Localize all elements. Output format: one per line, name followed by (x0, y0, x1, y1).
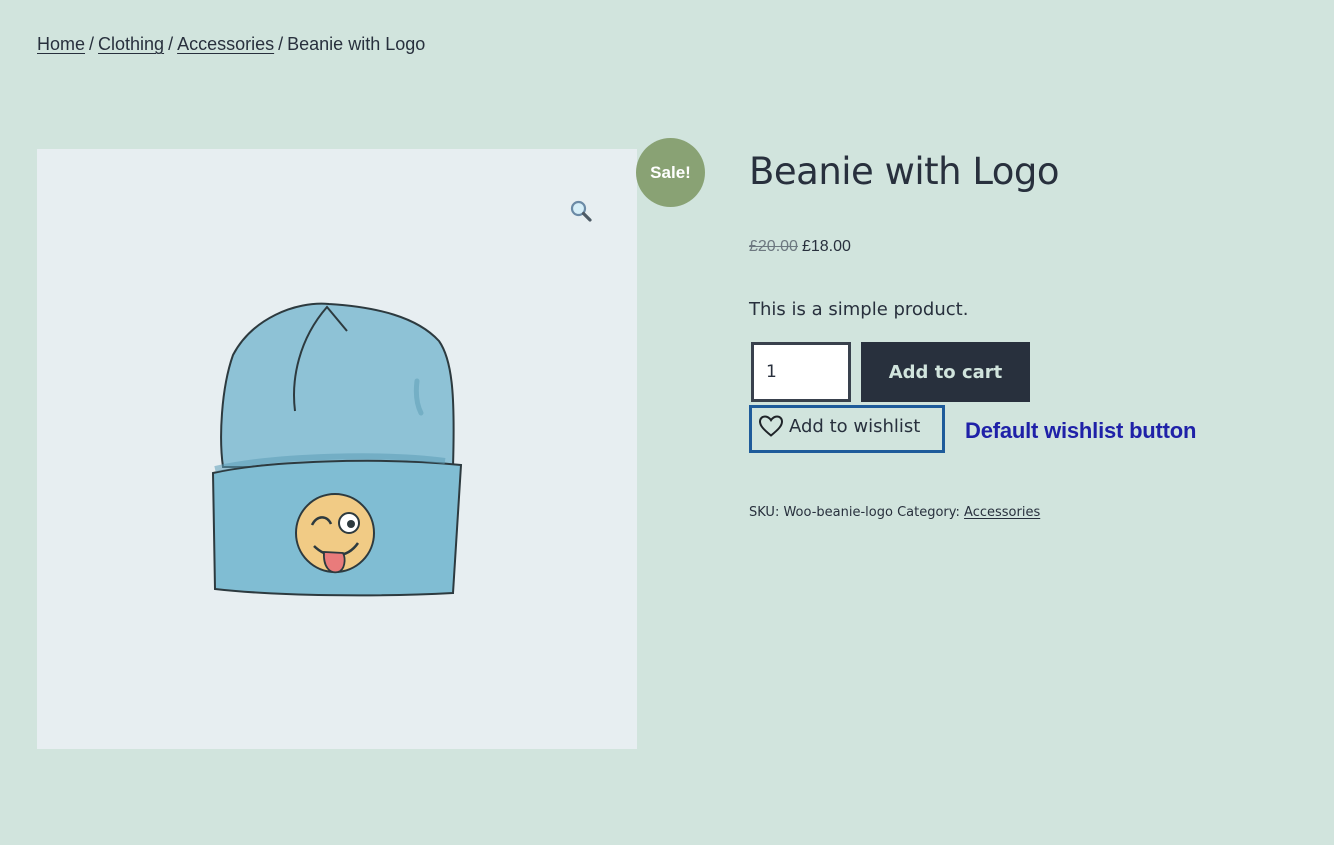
breadcrumb-clothing-link[interactable]: Clothing (98, 34, 164, 54)
breadcrumb-separator: / (168, 34, 174, 54)
category-label: Category: (897, 505, 960, 520)
quantity-input[interactable]: 1 (751, 342, 851, 402)
add-to-wishlist-button[interactable]: Add to wishlist (749, 405, 945, 453)
product-description: This is a simple product. (749, 299, 969, 320)
beanie-image (211, 302, 463, 597)
product-meta: SKU: Woo-beanie-logo Category: Accessori… (749, 504, 1040, 522)
product-image[interactable] (37, 149, 637, 749)
breadcrumb-separator: / (278, 34, 284, 54)
breadcrumb-separator: / (89, 34, 95, 54)
regular-price: £20.00 (749, 238, 798, 255)
product-title: Beanie with Logo (749, 150, 1060, 193)
breadcrumb-accessories-link[interactable]: Accessories (177, 34, 274, 54)
heart-outline-icon (758, 415, 784, 437)
breadcrumb-current: Beanie with Logo (287, 34, 426, 54)
breadcrumb: Home / Clothing / Accessories / Beanie with Lo… (37, 33, 425, 55)
breadcrumb-home-link[interactable]: Home (37, 34, 85, 54)
magnifier-icon[interactable] (569, 199, 593, 223)
wishlist-annotation: Default wishlist button (965, 418, 1197, 443)
category-link[interactable]: Accessories (964, 505, 1040, 520)
sku-label: SKU: (749, 505, 780, 520)
sale-price: £18.00 (801, 238, 851, 255)
sale-badge: Sale! (636, 138, 705, 207)
wishlist-label: Add to wishlist (789, 415, 921, 437)
product-price: £20.00 £18.00 (749, 237, 851, 257)
product-page: Home / Clothing / Accessories / Beanie with Lo… (0, 0, 1334, 845)
sku-value: Woo-beanie-logo (783, 505, 893, 520)
add-to-cart-button[interactable]: Add to cart (861, 342, 1030, 402)
